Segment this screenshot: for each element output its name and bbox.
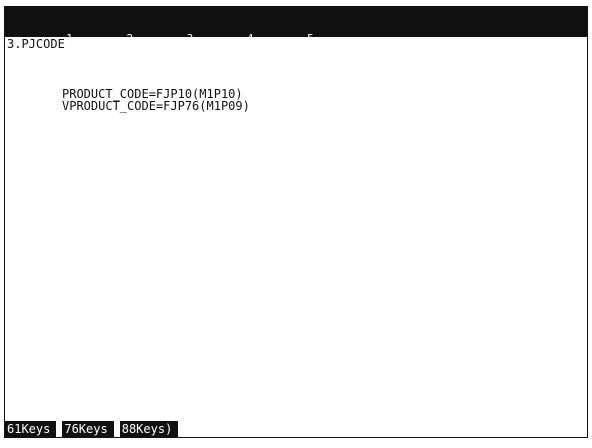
softkey-76keys[interactable]: 76Keys [62, 421, 114, 437]
softkey-bar: 61Keys 76Keys 88Keys) [5, 421, 179, 437]
softkey-88keys[interactable]: 88Keys) [119, 421, 179, 437]
column-ruler: 1 2 3 4 5 012345678901234567890123456789… [5, 7, 587, 81]
lcd-screen: 1 2 3 4 5 012345678901234567890123456789… [4, 6, 588, 438]
screen-title: 3.PJCODE [7, 37, 65, 51]
ruler-tens-row: 1 2 3 4 5 [6, 32, 314, 45]
ruler-units-row: 0123456789012345678901234567890123456789… [6, 68, 332, 81]
vproduct-code-line: VPRODUCT_CODE=FJP76(M1P09) [62, 99, 250, 113]
softkey-61keys[interactable]: 61Keys [5, 421, 57, 437]
